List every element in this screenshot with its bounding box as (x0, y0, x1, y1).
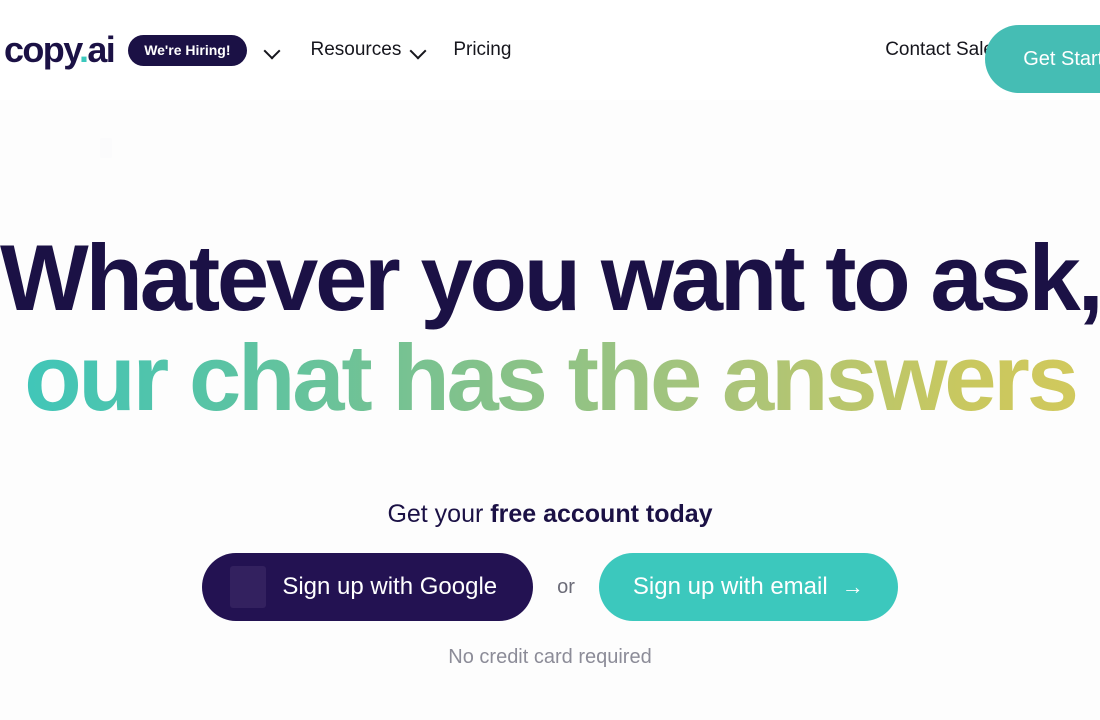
headline-line-2: our chat has the answers (0, 327, 1100, 428)
hero-subtitle-bold: free account today (490, 500, 713, 528)
logo-text-ai: ai (87, 29, 115, 70)
nav-item-resources[interactable]: Resources (311, 39, 428, 61)
copyai-logo[interactable]: copy.ai (4, 29, 116, 70)
hero-subtitle-regular: Get your (387, 500, 491, 528)
no-credit-card-note: No credit card required (448, 646, 652, 668)
nav-item-pricing-label: Pricing (453, 39, 512, 60)
top-navigation-bar: copy.ai We're Hiring! Resources Pricing … (0, 0, 1100, 100)
sign-up-with-google-label: Sign up with Google (282, 573, 498, 600)
google-logo-icon (230, 566, 267, 608)
nav-right-group: Contact Sales Login Get Started (885, 0, 1100, 100)
nav-item-resources-label: Resources (310, 39, 402, 60)
hiring-chevron-down-icon[interactable] (263, 41, 281, 59)
sign-up-with-email-label: Sign up with email (632, 573, 828, 600)
or-separator: or (557, 575, 575, 598)
hero-section: Whatever you want to ask, our chat has t… (0, 100, 1100, 720)
get-started-button[interactable]: Get Started (985, 25, 1100, 93)
sign-up-with-email-button[interactable]: Sign up with email → (598, 553, 898, 621)
nav-left-group: copy.ai We're Hiring! Resources Pricing (0, 32, 511, 68)
hero-subtitle: Get your free account today (0, 500, 1100, 529)
chevron-down-icon (263, 41, 281, 59)
page-title: Whatever you want to ask, our chat has t… (0, 228, 1100, 427)
nav-item-pricing[interactable]: Pricing (453, 39, 511, 61)
arrow-right-icon: → (841, 574, 864, 599)
signup-cta-row: Sign up with Google or Sign up with emai… (0, 553, 1100, 621)
render-artifact (100, 138, 112, 158)
chevron-down-icon (409, 41, 427, 59)
were-hiring-badge[interactable]: We're Hiring! (128, 34, 247, 66)
nav-links-group: Resources Pricing (311, 39, 512, 61)
headline-line-1: Whatever you want to ask, (0, 225, 1100, 330)
sign-up-with-google-button[interactable]: Sign up with Google (202, 553, 534, 621)
landing-page: copy.ai We're Hiring! Resources Pricing … (0, 0, 1100, 720)
logo-text-copy: copy (4, 29, 81, 70)
